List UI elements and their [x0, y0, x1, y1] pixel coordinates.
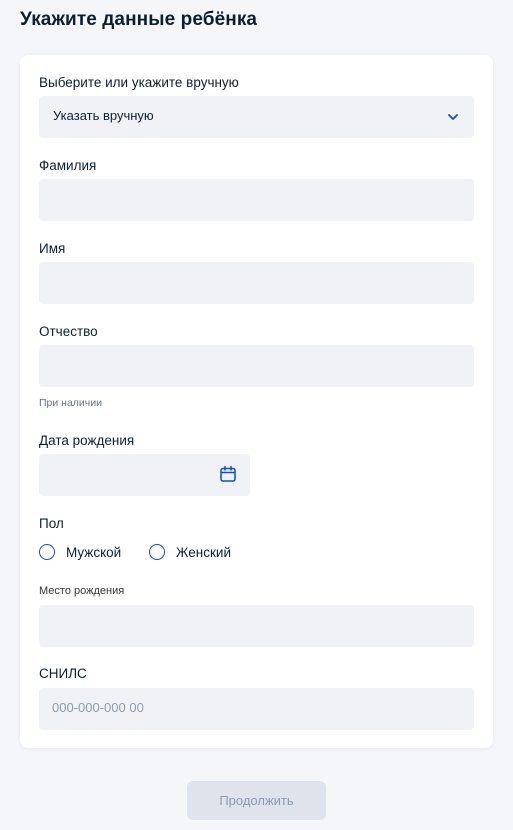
- first-name-field[interactable]: [39, 262, 474, 304]
- birth-place-field[interactable]: [39, 605, 474, 647]
- gender-option-male: Мужской: [66, 544, 122, 560]
- snils-field[interactable]: 000-000-000 00: [39, 688, 474, 730]
- gender-option-female: Женский: [176, 544, 232, 560]
- patronymic-hint: При наличии: [39, 397, 102, 409]
- select-label: Выберите или укажите вручную: [39, 75, 239, 90]
- radio-circle[interactable]: [39, 544, 55, 560]
- child-data-form: Выберите или укажите вручную Указать вру…: [20, 55, 493, 748]
- birth-date-field[interactable]: [39, 454, 250, 496]
- first-name-label: Имя: [39, 241, 66, 256]
- select-value: Указать вручную: [53, 108, 154, 123]
- continue-button[interactable]: Продолжить: [187, 781, 326, 820]
- patronymic-field[interactable]: [39, 345, 474, 387]
- snils-label: СНИЛС: [39, 666, 87, 681]
- snils-placeholder: 000-000-000 00: [52, 700, 144, 715]
- radio-circle[interactable]: [149, 544, 165, 560]
- chevron-down-icon: [448, 114, 458, 120]
- last-name-label: Фамилия: [39, 158, 97, 173]
- input-mode-select[interactable]: Указать вручную: [39, 96, 474, 138]
- last-name-field[interactable]: [39, 179, 474, 221]
- patronymic-label: Отчество: [39, 324, 98, 339]
- birth-place-label: Место рождения: [39, 585, 125, 597]
- calendar-icon[interactable]: [219, 465, 237, 483]
- gender-radio-female[interactable]: Женский: [149, 544, 231, 560]
- birth-date-label: Дата рождения: [39, 433, 135, 448]
- page-title: Укажите данные ребёнка: [20, 9, 258, 30]
- gender-radio-male[interactable]: Мужской: [39, 544, 121, 560]
- gender-label: Пол: [39, 516, 64, 531]
